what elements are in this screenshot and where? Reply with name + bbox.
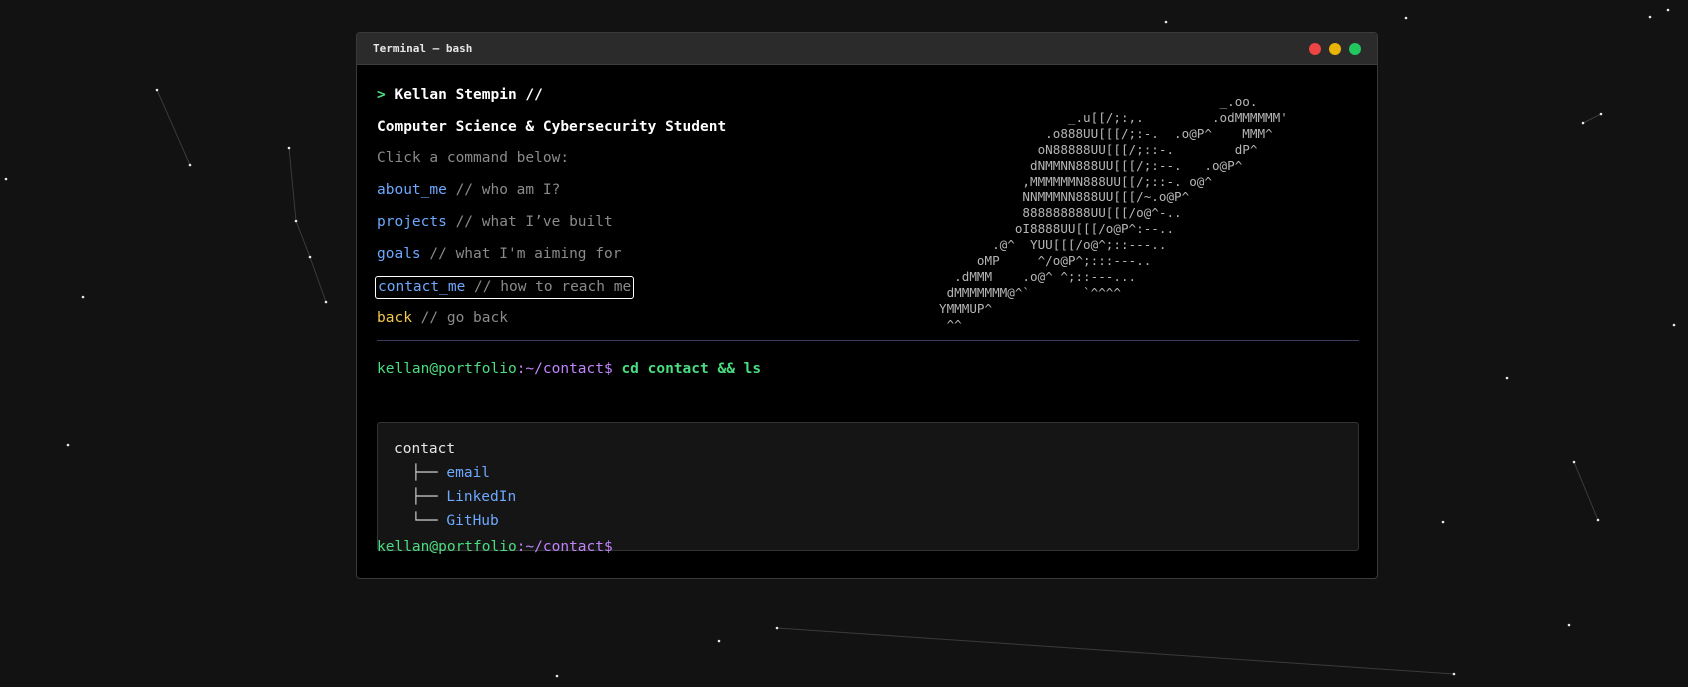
- menu-item-contact-me[interactable]: contact_me // how to reach me: [375, 276, 635, 299]
- tree-branch: └──: [394, 513, 447, 529]
- star-link: [156, 89, 191, 166]
- name-heading: > Kellan Stempin //: [377, 87, 543, 103]
- star: [81, 295, 85, 299]
- star: [4, 177, 8, 181]
- star: [1567, 623, 1571, 627]
- star: [1599, 112, 1603, 116]
- tree-item-linkedin: ├── LinkedIn: [394, 489, 516, 505]
- shell-command-line: kellan@portfolio:~/contact$ cd contact &…: [377, 361, 761, 377]
- directory-listing: contact ├── email ├── LinkedIn └── GitHu…: [377, 422, 1359, 551]
- menu-item-goals[interactable]: goals // what I'm aiming for: [377, 246, 621, 262]
- star: [1572, 460, 1576, 464]
- subtitle: Computer Science & Cybersecurity Student: [377, 119, 727, 135]
- star: [775, 626, 779, 630]
- star: [287, 146, 291, 150]
- terminal-titlebar[interactable]: Terminal — bash: [357, 33, 1377, 65]
- star: [1581, 121, 1585, 125]
- star-link: [309, 256, 327, 303]
- tree-item-github: └── GitHub: [394, 513, 498, 529]
- shell-path: :~/contact$: [516, 539, 613, 555]
- maximize-window-button[interactable]: [1349, 42, 1361, 55]
- tree-root: contact: [394, 441, 456, 457]
- shell-input-line[interactable]: kellan@portfolio:~/contact$: [377, 539, 613, 555]
- star: [294, 219, 298, 223]
- tree-branch: ├──: [394, 489, 447, 505]
- command-hint: Click a command below:: [377, 150, 570, 166]
- menu-comment: // who am I?: [455, 182, 561, 198]
- star: [555, 674, 559, 678]
- terminal-window: Terminal — bash > Kellan Stempin // Comp…: [356, 32, 1378, 579]
- window-title: Terminal — bash: [373, 42, 473, 55]
- star: [324, 300, 328, 304]
- tree-branch: ├──: [394, 465, 447, 481]
- star-link: [288, 147, 297, 222]
- star: [188, 163, 192, 167]
- star: [308, 255, 312, 259]
- window-controls: [1309, 42, 1361, 55]
- menu-command: projects: [377, 214, 447, 230]
- star: [1505, 376, 1509, 380]
- menu-comment: // what I'm aiming for: [429, 246, 622, 262]
- menu-command: about_me: [377, 182, 447, 198]
- email-link[interactable]: email: [446, 465, 490, 481]
- menu-command: back: [377, 310, 412, 326]
- linkedin-link[interactable]: LinkedIn: [446, 489, 516, 505]
- star: [1452, 672, 1456, 676]
- menu-command: goals: [377, 246, 421, 262]
- prompt-chevron-icon: >: [377, 87, 386, 103]
- menu-item-back[interactable]: back // go back: [377, 310, 508, 326]
- menu-comment: // what I’ve built: [455, 214, 613, 230]
- star: [1596, 518, 1600, 522]
- ascii-art-logo: _.oo. _.u[[/;:,. .odMMMMMM' .o888UU[[[/;…: [939, 94, 1288, 332]
- minimize-window-button[interactable]: [1329, 42, 1341, 55]
- menu-comment: // go back: [420, 310, 508, 326]
- star: [1404, 16, 1408, 20]
- shell-path: :~/contact$: [516, 361, 613, 377]
- close-window-button[interactable]: [1309, 42, 1321, 55]
- section-divider: [377, 340, 1359, 341]
- star: [1441, 520, 1445, 524]
- shell-user: kellan@portfolio: [377, 539, 517, 555]
- menu-item-projects[interactable]: projects // what I’ve built: [377, 214, 613, 230]
- star: [717, 639, 721, 643]
- star: [1164, 20, 1168, 24]
- shell-user: kellan@portfolio: [377, 361, 517, 377]
- star: [1666, 8, 1670, 12]
- star-link: [1573, 461, 1599, 521]
- shell-command: cd contact && ls: [612, 361, 762, 377]
- name-text: Kellan Stempin //: [394, 87, 543, 103]
- star: [66, 443, 70, 447]
- menu-item-about-me[interactable]: about_me // who am I?: [377, 182, 560, 198]
- star: [1672, 323, 1676, 327]
- menu-command: contact_me: [378, 279, 466, 295]
- star-link: [776, 627, 1455, 675]
- github-link[interactable]: GitHub: [446, 513, 498, 529]
- star: [1648, 15, 1652, 19]
- page-background: Terminal — bash > Kellan Stempin // Comp…: [0, 0, 1688, 687]
- tree-item-email: ├── email: [394, 465, 490, 481]
- star-link: [1582, 113, 1602, 124]
- star: [155, 88, 159, 92]
- menu-comment: // how to reach me: [474, 279, 632, 295]
- star-link: [295, 220, 311, 258]
